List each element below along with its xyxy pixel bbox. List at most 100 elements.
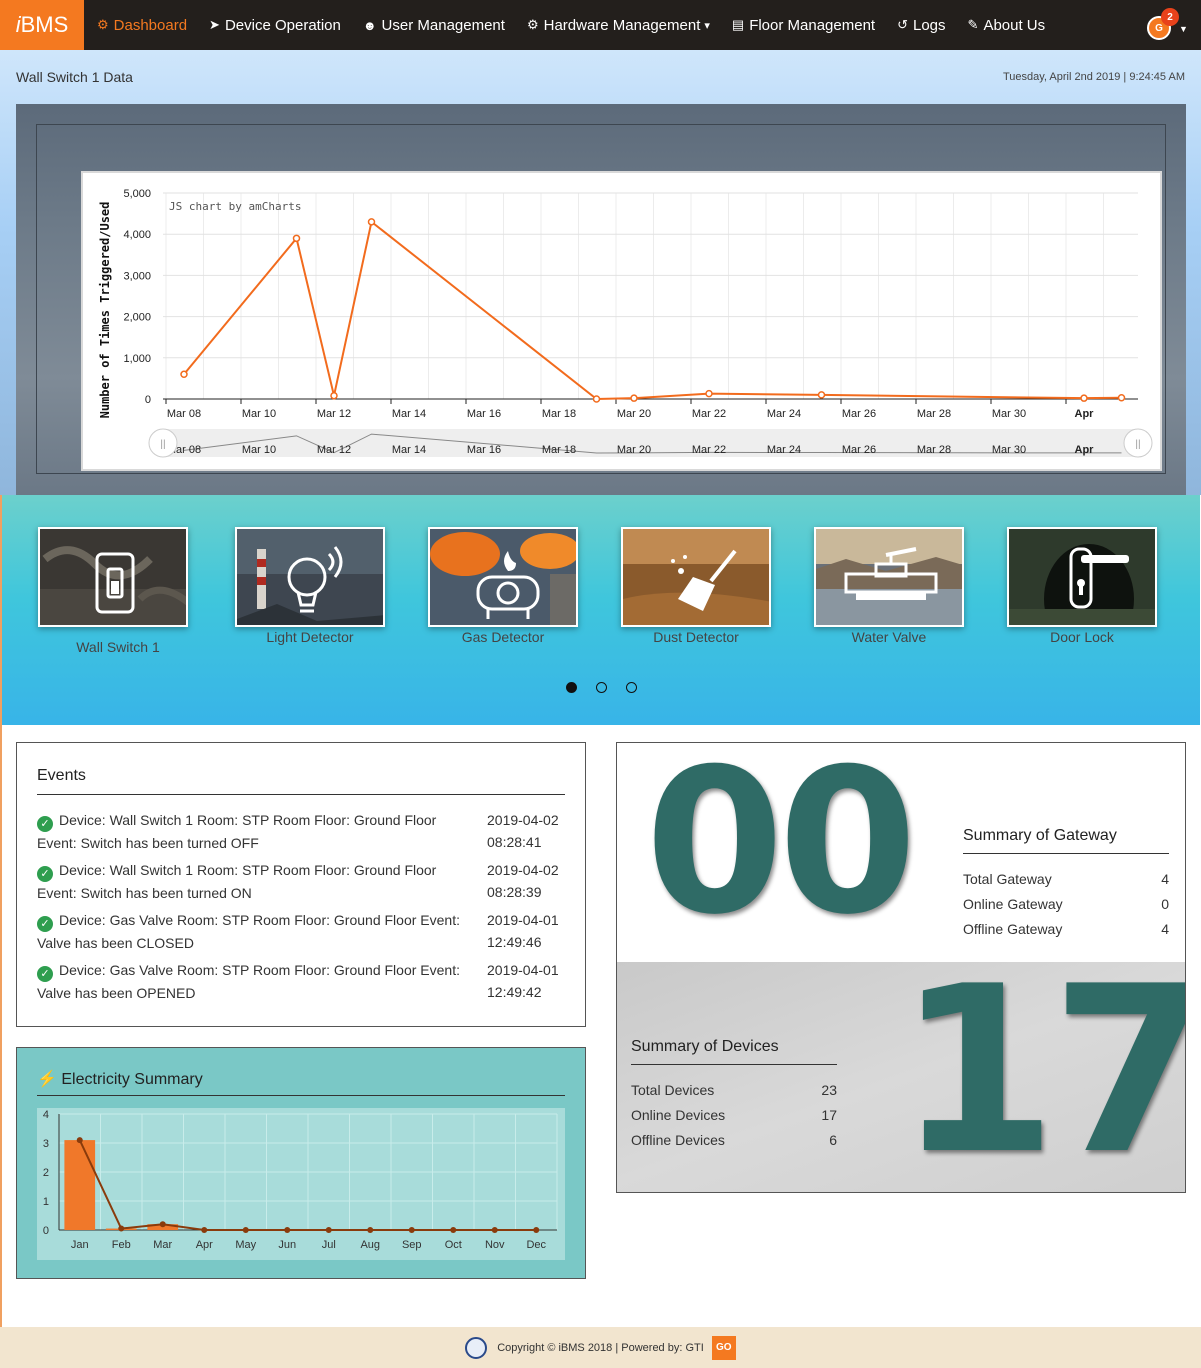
y-tick-label: 1 <box>43 1196 49 1208</box>
nav-floor-management-label: Floor Management <box>749 16 876 34</box>
x-tick-label: Mar 08 <box>167 408 201 420</box>
x-tick-label: Jul <box>322 1239 336 1251</box>
bar <box>64 1140 96 1230</box>
y-tick-label: 0 <box>145 394 151 406</box>
location-arrow-icon: ➤ <box>209 17 220 32</box>
y-axis-label: Number of Times Triggered/Used <box>98 202 112 419</box>
device-label: Gas Detector <box>461 629 545 645</box>
y-tick-label: 1,000 <box>123 353 151 365</box>
data-point <box>1080 394 1088 402</box>
events-panel: Events ✓ Device: Wall Switch 1 Room: STP … <box>16 742 586 1027</box>
x-tick-label: Mar 20 <box>617 408 651 420</box>
footer-copyright: Copyright © iBMS 2018 | Powered by: GTI <box>497 1341 704 1354</box>
electricity-title-text: Electricity Summary <box>61 1071 203 1088</box>
device-label: Dust Detector <box>653 629 739 645</box>
gateway-row: Total Gateway 4 <box>963 871 1169 887</box>
nav-logs[interactable]: ↺ Logs <box>886 0 956 50</box>
light-switch-icon <box>40 529 186 625</box>
device-tile-dust-detector[interactable] <box>621 527 771 627</box>
device-tile-light-detector[interactable] <box>235 527 385 627</box>
device-label: Door Lock <box>1050 629 1114 645</box>
event-text: Device: Wall Switch 1 Room: STP Room Flo… <box>37 812 437 851</box>
x-tick-label: Mar 12 <box>317 408 351 420</box>
carousel-dot-3[interactable] <box>626 682 637 693</box>
check-circle-icon: ✓ <box>37 866 53 882</box>
y-tick-label: 2,000 <box>123 312 151 324</box>
event-date: 2019-04-02 <box>487 862 559 878</box>
data-point <box>284 1227 291 1233</box>
devices-summary-title: Summary of Devices <box>631 1038 779 1055</box>
user-menu[interactable]: G 2 ▼ <box>1147 8 1188 42</box>
divider <box>37 794 565 795</box>
x-tick-label: Jun <box>278 1239 296 1251</box>
device-carousel: Wall Switch 1 Light Detector Gas Detecto… <box>2 495 1200 725</box>
bolt-icon: ⚡ <box>37 1071 57 1088</box>
event-time: 08:28:39 <box>487 884 542 900</box>
x-tick-label: Aug <box>360 1239 380 1251</box>
data-point <box>408 1227 415 1233</box>
carousel-dot-1[interactable] <box>566 682 577 693</box>
usage-chart: 0 1,000 2,000 3,000 4,000 5,000 Mar 08 Mar 10 Ma… <box>81 171 1162 471</box>
page-title: Wall Switch 1 Data <box>16 69 133 85</box>
x-tick-label: Mar 30 <box>992 408 1026 420</box>
nav-about-us[interactable]: ✎ About Us <box>957 0 1057 50</box>
device-tile-wall-switch[interactable] <box>38 527 188 627</box>
scrollbar-tick-label: Mar 26 <box>842 444 876 456</box>
data-point <box>367 1227 374 1233</box>
nav-device-operation[interactable]: ➤ Device Operation <box>198 0 352 50</box>
data-point <box>159 1221 166 1228</box>
gti-logo-icon: GO <box>711 1335 736 1360</box>
row-label: Total Devices <box>631 1082 715 1098</box>
footer: Copyright © iBMS 2018 | Powered by: GTI … <box>0 1327 1201 1368</box>
users-icon: ☻ <box>362 17 377 33</box>
chevron-down-icon: ▼ <box>1179 24 1188 34</box>
nav-hardware-management-label: Hardware Management <box>543 16 701 34</box>
event-date: 2019-04-02 <box>487 812 559 828</box>
device-label: Light Detector <box>266 629 354 645</box>
x-tick-label: Mar 14 <box>392 408 426 420</box>
nav-user-management[interactable]: ☻ User Management <box>352 0 516 50</box>
carousel-dot-2[interactable] <box>596 682 607 693</box>
electricity-title: ⚡ Electricity Summary <box>37 1069 203 1089</box>
divider <box>37 1095 565 1096</box>
valve-icon <box>816 529 962 625</box>
event-date: 2019-04-01 <box>487 912 559 928</box>
device-data-section: Wall Switch 1 Data Tuesday, April 2nd 20… <box>0 50 1201 495</box>
x-tick-label: Mar 26 <box>842 408 876 420</box>
edit-icon: ✎ <box>967 17 979 32</box>
gateway-row: Online Gateway 0 <box>963 896 1169 912</box>
y-tick-label: 2 <box>43 1167 49 1179</box>
event-time: 12:49:42 <box>487 984 542 1000</box>
device-tile-gas-detector[interactable] <box>428 527 578 627</box>
divider <box>963 853 1169 854</box>
nav-user-management-label: User Management <box>381 16 505 34</box>
event-date: 2019-04-01 <box>487 962 559 978</box>
data-point <box>76 1137 83 1144</box>
ibms-logo-icon <box>465 1336 488 1359</box>
nav-floor-management[interactable]: ▤ Floor Management <box>721 0 886 50</box>
data-point <box>491 1227 498 1233</box>
x-tick-label: Dec <box>526 1239 546 1251</box>
scrollbar-tick-label: Mar 24 <box>767 444 801 456</box>
data-point <box>330 391 338 400</box>
check-circle-icon: ✓ <box>37 966 53 982</box>
device-tile-water-valve[interactable] <box>814 527 964 627</box>
gateway-row: Offline Gateway 4 <box>963 921 1169 937</box>
nav-hardware-management[interactable]: ⚙ Hardware Management ▾ <box>516 0 721 50</box>
electricity-chart-svg: 0 1 2 3 4 Jan Feb Mar Apr May Jun Jul Aug Sep Oct Nov De… <box>43 1109 558 1251</box>
device-tile-door-lock[interactable] <box>1007 527 1157 627</box>
electricity-panel: ⚡ Electricity Summary 0 1 2 3 4 Jan Feb Mar Apr M… <box>16 1047 586 1279</box>
nav-logs-label: Logs <box>913 16 946 34</box>
summary-panel: 00 Summary of Gateway Total Gateway 4 Onl… <box>616 742 1186 1193</box>
data-point <box>1117 394 1126 402</box>
x-tick-label: Sep <box>402 1239 422 1251</box>
nav-device-operation-label: Device Operation <box>224 16 341 34</box>
gateway-summary: 00 Summary of Gateway Total Gateway 4 Onl… <box>617 743 1185 962</box>
divider <box>631 1064 837 1065</box>
check-circle-icon: ✓ <box>37 916 53 932</box>
y-tick-label: 4 <box>43 1109 49 1121</box>
brand-logo[interactable]: i BMS <box>0 0 84 50</box>
x-tick-label: Nov <box>485 1239 505 1251</box>
x-tick-label: Mar 16 <box>467 408 501 420</box>
nav-dashboard[interactable]: ⚙ Dashboard <box>86 0 198 50</box>
